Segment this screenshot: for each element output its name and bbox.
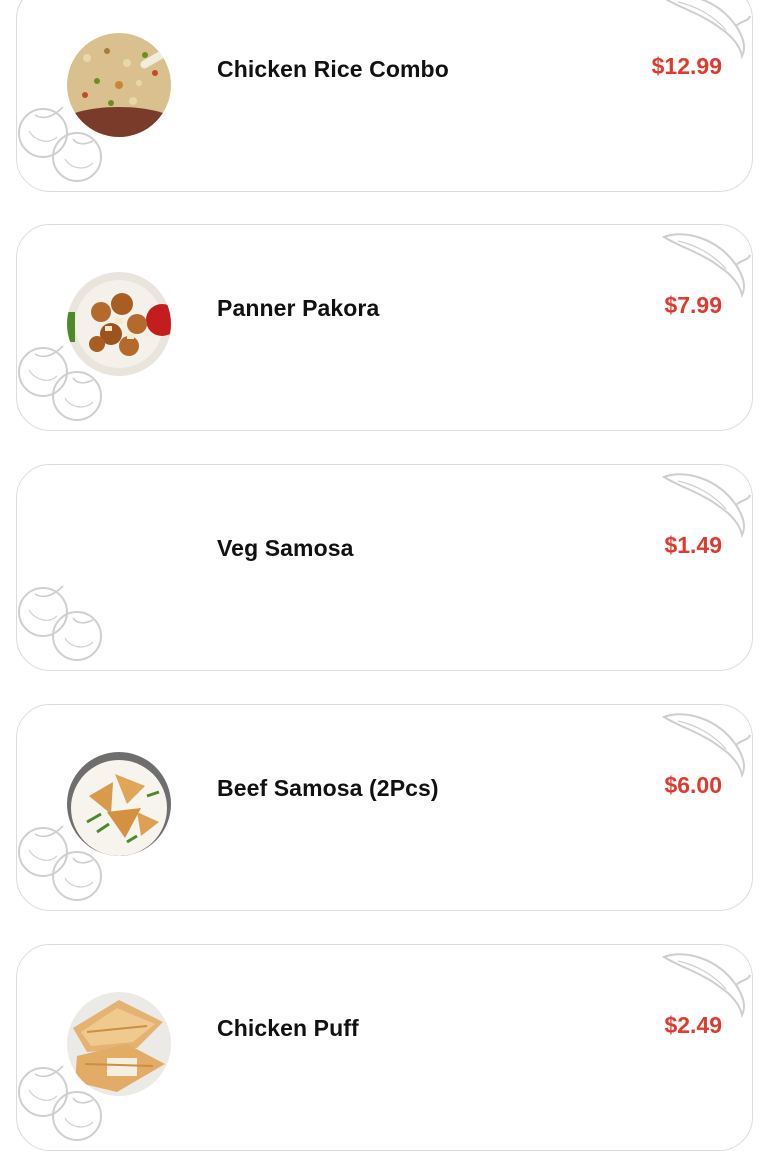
fried-rice-photo <box>67 33 171 137</box>
menu-item-price: $6.00 <box>664 772 722 798</box>
tomato-doodle-icon <box>18 585 102 661</box>
menu-item-card[interactable]: Chicken Puff $2.49 <box>16 944 753 1151</box>
menu-item-price: $2.49 <box>664 1012 722 1038</box>
paneer-pakora-photo <box>67 272 171 376</box>
menu-item-list: Chicken Rice Combo $12.99 Panner Pakora … <box>0 0 770 1151</box>
menu-item-card[interactable]: Chicken Rice Combo $12.99 <box>16 0 753 192</box>
menu-item-card[interactable]: Veg Samosa $1.49 <box>16 464 753 671</box>
menu-item-name: Chicken Puff <box>217 1015 359 1041</box>
menu-item-price: $12.99 <box>651 53 722 79</box>
menu-item-price: $1.49 <box>664 532 722 558</box>
menu-item-name: Panner Pakora <box>217 295 380 321</box>
menu-item-name: Veg Samosa <box>217 535 354 561</box>
samosa-photo <box>67 752 171 856</box>
menu-item-name: Beef Samosa (2Pcs) <box>217 775 439 801</box>
puff-pastry-photo <box>67 992 171 1096</box>
menu-item-card[interactable]: Panner Pakora $7.99 <box>16 224 753 431</box>
menu-item-name: Chicken Rice Combo <box>217 56 449 82</box>
menu-item-card[interactable]: Beef Samosa (2Pcs) $6.00 <box>16 704 753 911</box>
menu-item-price: $7.99 <box>664 292 722 318</box>
